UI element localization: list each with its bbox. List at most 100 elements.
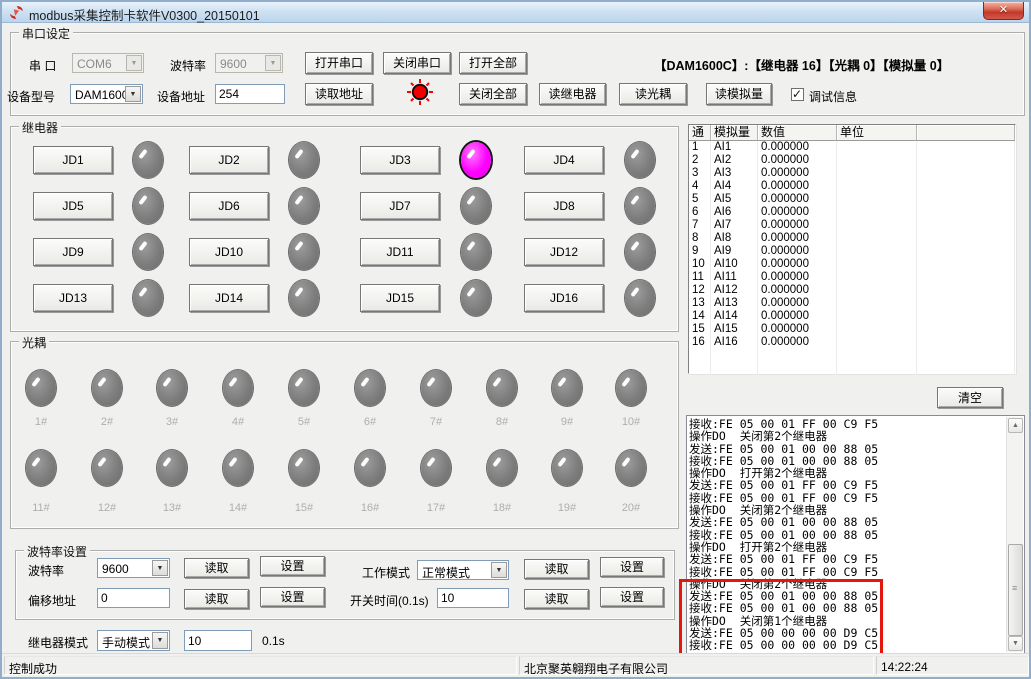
table-row[interactable]: [689, 349, 1015, 362]
read-relay-button[interactable]: 读继电器: [539, 83, 606, 105]
table-row[interactable]: 9AI90.000000: [689, 245, 1015, 258]
read-analog-button[interactable]: 读模拟量: [706, 83, 772, 105]
table-row[interactable]: 16AI160.000000: [689, 336, 1015, 349]
offset-set-button[interactable]: 设置: [260, 587, 325, 607]
close-button[interactable]: [983, 2, 1024, 20]
relay-button-jd7[interactable]: JD7: [360, 192, 440, 220]
relay-mode-select[interactable]: 手动模式 ▼: [97, 630, 170, 651]
relay-button-jd4[interactable]: JD4: [524, 146, 604, 174]
table-row[interactable]: 8AI80.000000: [689, 232, 1015, 245]
opto-led-5: [289, 370, 319, 406]
log-scrollbar[interactable]: ▲ ▼: [1006, 417, 1023, 652]
table-cell: AI12: [711, 284, 758, 297]
switch-time-read-button[interactable]: 读取: [524, 589, 589, 609]
clear-log-button[interactable]: 清空: [937, 387, 1003, 408]
table-row[interactable]: 1AI10.000000: [689, 141, 1015, 154]
relay-mode-unit-label: 0.1s: [262, 634, 285, 648]
table-cell: [837, 271, 917, 284]
table-cell: [917, 245, 1015, 258]
relay-button-jd9[interactable]: JD9: [33, 238, 113, 266]
baud-read-button[interactable]: 读取: [184, 558, 249, 578]
close-all-button[interactable]: 关闭全部: [459, 83, 527, 105]
table-row[interactable]: 7AI70.000000: [689, 219, 1015, 232]
scrollbar-thumb[interactable]: [1008, 544, 1023, 636]
relay-button-jd15[interactable]: JD15: [360, 284, 440, 312]
relay-button-jd8[interactable]: JD8: [524, 192, 604, 220]
relay-button-jd16[interactable]: JD16: [524, 284, 604, 312]
table-cell: 0.000000: [758, 232, 837, 245]
table-cell: [837, 323, 917, 336]
relay-led-jd4: [625, 142, 655, 178]
table-cell: 0.000000: [758, 206, 837, 219]
table-cell: 15: [689, 323, 711, 336]
work-mode-select[interactable]: 正常模式 ▼: [417, 560, 509, 580]
table-row[interactable]: 5AI50.000000: [689, 193, 1015, 206]
table-header-cell[interactable]: [917, 125, 1015, 141]
relay-button-jd2[interactable]: JD2: [189, 146, 269, 174]
table-cell: 0.000000: [758, 180, 837, 193]
relay-button-jd11[interactable]: JD11: [360, 238, 440, 266]
table-row[interactable]: 13AI130.000000: [689, 297, 1015, 310]
table-header-cell[interactable]: 单位: [837, 125, 917, 141]
open-serial-button[interactable]: 打开串口: [305, 52, 373, 74]
device-model-select[interactable]: DAM1600C ▼: [70, 84, 143, 104]
relay-button-jd13[interactable]: JD13: [33, 284, 113, 312]
scroll-down-icon[interactable]: ▼: [1008, 636, 1023, 651]
table-header-cell[interactable]: 通: [689, 125, 711, 141]
work-mode-value: 正常模式: [422, 564, 470, 581]
baud2-select[interactable]: 9600 ▼: [97, 558, 170, 578]
analog-table[interactable]: 通模拟量数值单位1AI10.0000002AI20.0000003AI30.00…: [688, 124, 1016, 374]
title-bar[interactable]: modbus采集控制卡软件V0300_20150101: [2, 2, 1029, 23]
opto-led-16: [355, 450, 385, 486]
work-mode-read-button[interactable]: 读取: [524, 559, 589, 579]
table-cell: 2: [689, 154, 711, 167]
work-mode-set-button[interactable]: 设置: [600, 557, 664, 577]
switch-time-set-button[interactable]: 设置: [600, 587, 664, 607]
relay-button-jd1[interactable]: JD1: [33, 146, 113, 174]
opto-led-label: 14#: [218, 502, 258, 514]
table-cell: AI1: [711, 141, 758, 154]
table-row[interactable]: 14AI140.000000: [689, 310, 1015, 323]
table-row[interactable]: [689, 362, 1015, 375]
baud-set-button[interactable]: 设置: [260, 556, 325, 576]
table-row[interactable]: 2AI20.000000: [689, 154, 1015, 167]
opto-led-4: [223, 370, 253, 406]
table-header-cell[interactable]: 数值: [758, 125, 837, 141]
open-all-button[interactable]: 打开全部: [459, 52, 527, 74]
table-cell: [837, 284, 917, 297]
relay-button-jd5[interactable]: JD5: [33, 192, 113, 220]
offset-read-button[interactable]: 读取: [184, 589, 249, 609]
log-panel[interactable]: 接收:FE 05 00 01 FF 00 C9 F5 操作DO 关闭第2个继电器…: [686, 415, 1025, 654]
relay-button-jd14[interactable]: JD14: [189, 284, 269, 312]
relay-led-jd16: [625, 280, 655, 316]
table-header-row: 通模拟量数值单位: [689, 125, 1015, 141]
read-addr-button[interactable]: 读取地址: [305, 83, 373, 105]
run-indicator-icon: [406, 78, 434, 106]
table-cell: AI7: [711, 219, 758, 232]
read-opto-button[interactable]: 读光耦: [619, 83, 687, 105]
scroll-up-icon[interactable]: ▲: [1008, 418, 1023, 433]
table-row[interactable]: 4AI40.000000: [689, 180, 1015, 193]
table-row[interactable]: 10AI100.000000: [689, 258, 1015, 271]
table-header-cell[interactable]: 模拟量: [711, 125, 758, 141]
table-row[interactable]: 11AI110.000000: [689, 271, 1015, 284]
table-cell: [837, 206, 917, 219]
table-cell: 6: [689, 206, 711, 219]
debug-info-checkbox[interactable]: [791, 88, 804, 101]
device-addr-input[interactable]: [215, 84, 285, 104]
switch-time-input[interactable]: [437, 588, 509, 608]
table-row[interactable]: 15AI150.000000: [689, 323, 1015, 336]
relay-button-jd6[interactable]: JD6: [189, 192, 269, 220]
close-serial-button[interactable]: 关闭串口: [383, 52, 451, 74]
relay-button-jd12[interactable]: JD12: [524, 238, 604, 266]
offset-addr-input[interactable]: [97, 588, 170, 608]
table-row[interactable]: 6AI60.000000: [689, 206, 1015, 219]
relay-mode-time-input[interactable]: [184, 630, 252, 651]
device-addr-label: 设备地址: [157, 88, 205, 105]
opto-led-2: [92, 370, 122, 406]
relay-button-jd3[interactable]: JD3: [360, 146, 440, 174]
relay-button-jd10[interactable]: JD10: [189, 238, 269, 266]
table-cell: AI11: [711, 271, 758, 284]
table-row[interactable]: 3AI30.000000: [689, 167, 1015, 180]
table-row[interactable]: 12AI120.000000: [689, 284, 1015, 297]
